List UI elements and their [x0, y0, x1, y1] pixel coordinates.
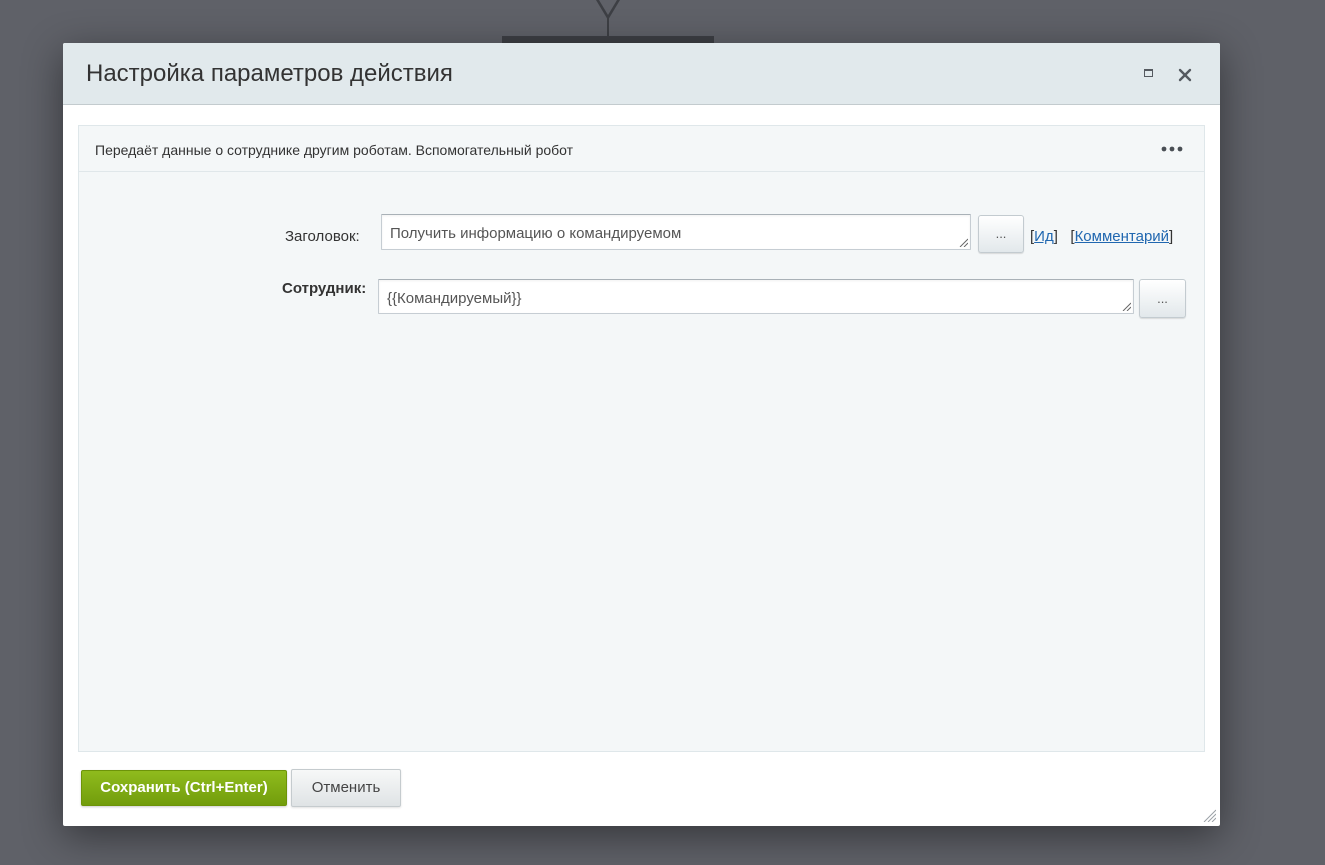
employee-insert-button[interactable]: ... [1139, 279, 1186, 318]
resize-grip-icon[interactable] [959, 238, 968, 247]
employee-input[interactable]: {{Командируемый}} [378, 279, 1134, 314]
maximize-icon[interactable] [1144, 69, 1153, 77]
settings-panel: Передаёт данные о сотруднике другим робо… [78, 125, 1205, 752]
employee-input-value: {{Командируемый}} [387, 290, 522, 307]
save-button[interactable]: Сохранить (Ctrl+Enter) [81, 770, 287, 806]
background-block [502, 36, 714, 43]
title-input-value: Получить информацию о командируемом [390, 225, 682, 242]
action-settings-dialog: Настройка параметров действия Передаёт д… [63, 43, 1220, 826]
dialog-header: Настройка параметров действия [63, 43, 1220, 105]
more-horizontal-icon[interactable] [1159, 142, 1185, 156]
title-insert-button[interactable]: ... [978, 215, 1024, 253]
close-icon[interactable] [1175, 65, 1195, 85]
robot-description: Передаёт данные о сотруднике другим робо… [95, 142, 574, 158]
title-label: Заголовок: [285, 228, 360, 245]
resize-grip-icon[interactable] [1122, 302, 1131, 311]
employee-label: Сотрудник: [282, 280, 367, 297]
cancel-button[interactable]: Отменить [291, 769, 401, 807]
title-input[interactable]: Получить информацию о командируемом [381, 214, 971, 250]
id-link[interactable]: Ид [1034, 228, 1054, 245]
panel-header: Передаёт данные о сотруднике другим робо… [79, 126, 1204, 172]
background-arrow-inner [599, 0, 617, 15]
title-links: [Ид] [Комментарий] [1030, 228, 1174, 245]
comment-link[interactable]: Комментарий [1075, 228, 1169, 245]
dialog-resize-icon[interactable] [1202, 808, 1216, 822]
dialog-title: Настройка параметров действия [86, 60, 453, 87]
